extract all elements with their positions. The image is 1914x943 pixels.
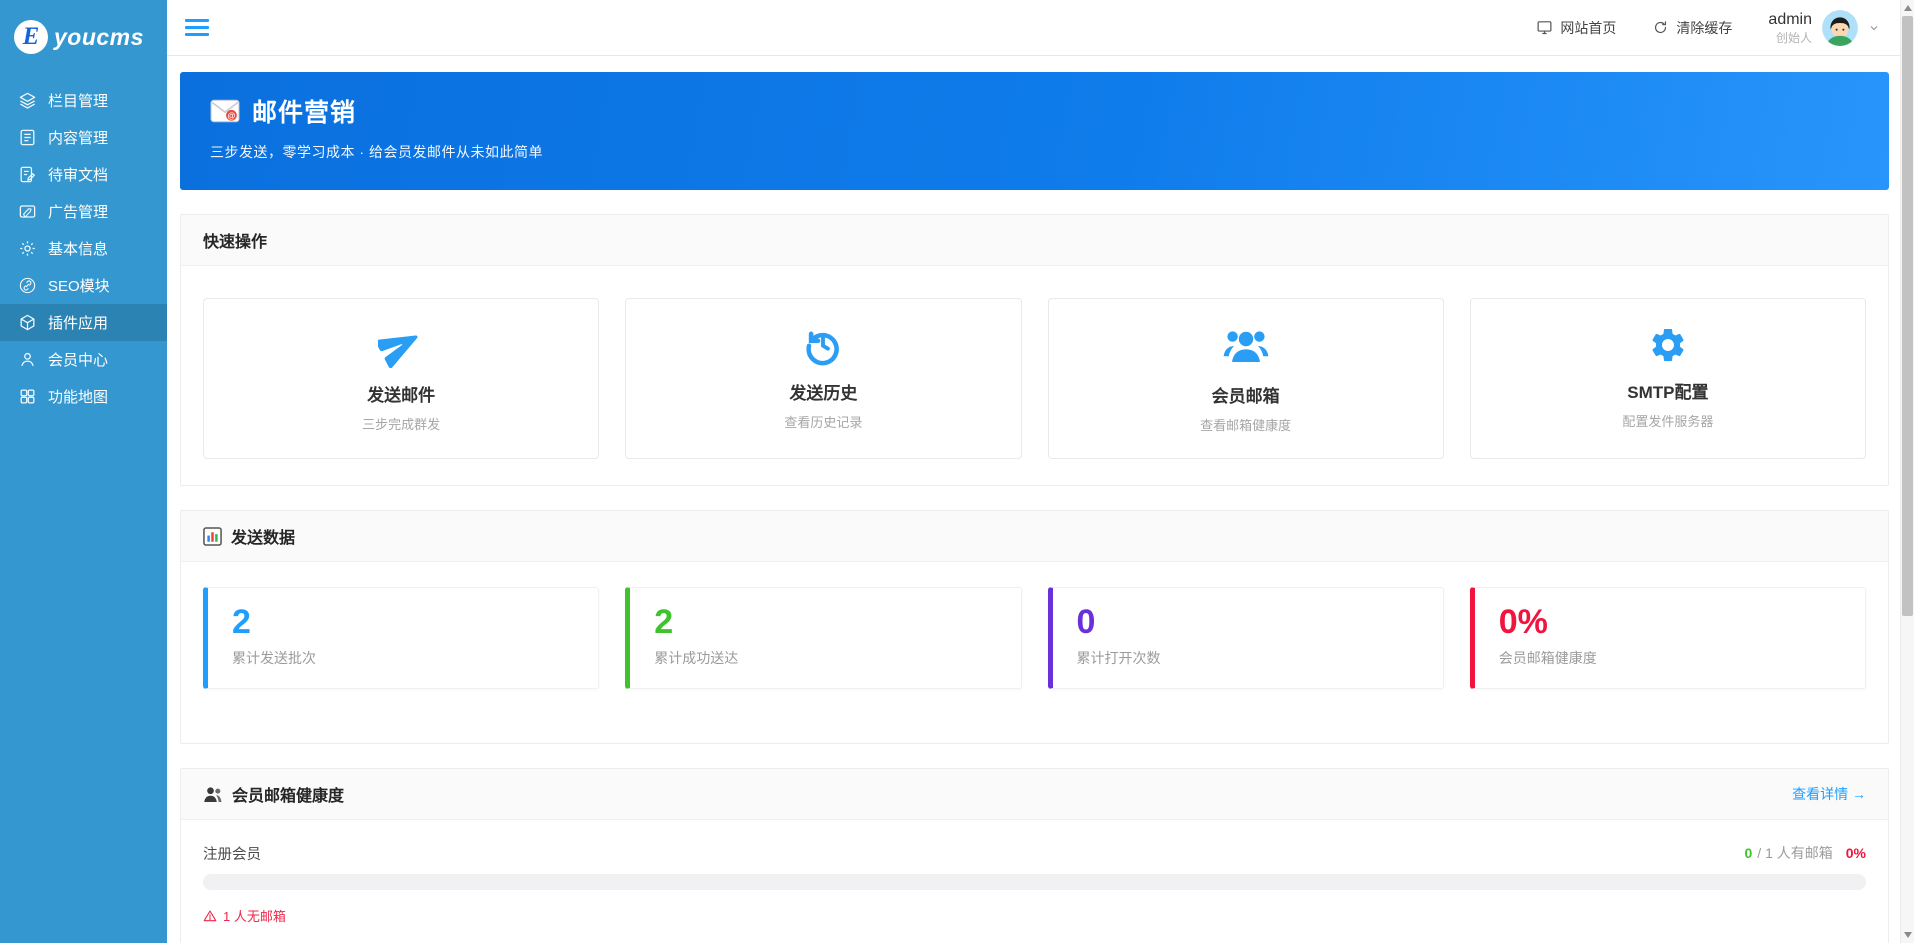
sidebar-item-function-map[interactable]: 功能地图 — [0, 378, 167, 415]
site-home-link[interactable]: 网站首页 — [1536, 18, 1616, 38]
scrollbar-up-arrow-icon[interactable] — [1904, 5, 1912, 11]
sidebar: E youcms 栏目管理 内容管理 待审文档 广告管理 基本信息 SEO模块 … — [0, 0, 167, 943]
sidebar-item-member-center[interactable]: 会员中心 — [0, 341, 167, 378]
user-name: admin — [1768, 10, 1812, 28]
sidebar-item-pending-docs[interactable]: 待审文档 — [0, 156, 167, 193]
stat-value: 0% — [1498, 603, 1548, 641]
brand-logo-text: youcms — [54, 23, 144, 50]
app-window: E youcms 栏目管理 内容管理 待审文档 广告管理 基本信息 SEO模块 … — [0, 0, 1914, 943]
sidebar-item-plugins[interactable]: 插件应用 — [0, 304, 167, 341]
stat-label: 累计发送批次 — [232, 650, 316, 667]
sidebar-item-ad-manage[interactable]: 广告管理 — [0, 193, 167, 230]
quick-card-send-mail[interactable]: 发送邮件 三步完成群发 — [203, 298, 600, 459]
stat-value: 2 — [232, 603, 251, 641]
user-role: 创始人 — [1775, 30, 1812, 45]
health-panel: 会员邮箱健康度 查看详情 → 注册会员 0 / 1 人有邮箱 0% 1 人无邮箱 — [180, 768, 1889, 943]
main-content: @ 邮件营销 三步发送，零学习成本 · 给会员发邮件从未如此简单 快速操作 发送… — [167, 56, 1914, 943]
send-stats-panel: 发送数据 2 累计发送批次 2 累计成功送达 0 累计打开次数 0% 会员邮箱健… — [180, 510, 1889, 745]
stat-card-delivered: 2 累计成功送达 — [625, 587, 1022, 690]
stat-card-email-health: 0% 会员邮箱健康度 — [1469, 587, 1866, 690]
clear-cache-link[interactable]: 清除缓存 — [1652, 18, 1732, 38]
send-stats-title: 发送数据 — [231, 530, 296, 547]
total-text: / 1 人有邮箱 — [1757, 845, 1833, 862]
users-icon — [1222, 321, 1270, 369]
content-doc-icon — [18, 128, 37, 147]
gear-icon — [1648, 321, 1688, 369]
chevron-down-icon — [1868, 22, 1880, 34]
scrollbar-thumb[interactable] — [1902, 16, 1913, 616]
paper-plane-icon — [378, 321, 424, 369]
health-percent: 0% — [1845, 845, 1866, 862]
sidebar-item-seo-module[interactable]: SEO模块 — [0, 267, 167, 304]
quick-card-smtp-config[interactable]: SMTP配置 配置发件服务器 — [1469, 298, 1866, 459]
sitemap-grid-icon — [18, 387, 37, 406]
plugin-cube-icon — [18, 313, 37, 332]
view-detail-link[interactable]: 查看详情 → — [1792, 784, 1866, 804]
pending-doc-icon — [18, 165, 37, 184]
sidebar-nav: 栏目管理 内容管理 待审文档 广告管理 基本信息 SEO模块 插件应用 会员中心… — [0, 82, 167, 415]
quick-actions-title: 快速操作 — [203, 234, 268, 251]
stat-label: 累计成功送达 — [654, 650, 739, 667]
warning-icon — [203, 909, 217, 923]
stat-card-opens: 0 累计打开次数 — [1047, 587, 1444, 690]
scrollbar[interactable] — [1900, 0, 1914, 943]
layers-icon — [18, 91, 37, 110]
banner: @ 邮件营销 三步发送，零学习成本 · 给会员发邮件从未如此简单 — [180, 72, 1889, 190]
sidebar-item-content-manage[interactable]: 内容管理 — [0, 119, 167, 156]
monitor-icon — [1536, 19, 1553, 36]
health-row-registered: 注册会员 0 / 1 人有邮箱 0% — [203, 842, 1866, 864]
stat-label: 会员邮箱健康度 — [1498, 650, 1597, 667]
member-icon — [18, 350, 37, 369]
have-email-count: 0 — [1744, 845, 1753, 862]
refresh-icon — [1652, 19, 1669, 36]
bar-chart-icon — [203, 526, 222, 546]
stat-value: 2 — [654, 603, 674, 641]
stat-card-total-batches: 2 累计发送批次 — [203, 587, 600, 690]
topbar: 网站首页 清除缓存 admin 创始人 — [167, 0, 1914, 56]
stat-label: 累计打开次数 — [1076, 650, 1161, 667]
main-area: 网站首页 清除缓存 admin 创始人 @ 邮件营销 三步发送，零学习成本 · … — [167, 0, 1914, 943]
banner-subtitle: 三步发送，零学习成本 · 给会员发邮件从未如此简单 — [210, 144, 543, 160]
progress-bar — [203, 874, 1866, 891]
quick-actions-panel: 快速操作 发送邮件 三步完成群发 发送历史 查看历史记录 会员邮箱 查看邮箱健康… — [180, 214, 1889, 486]
warning-text: 1 人无邮箱 — [203, 906, 1866, 925]
page-title: 邮件营销 — [252, 99, 357, 127]
avatar — [1822, 9, 1858, 46]
brand-logo-icon: E — [14, 20, 48, 54]
email-icon: @ — [210, 99, 240, 123]
svg-text:@: @ — [228, 111, 236, 120]
sidebar-item-column-manage[interactable]: 栏目管理 — [0, 82, 167, 119]
brand-logo[interactable]: E youcms — [0, 0, 167, 82]
quick-card-send-history[interactable]: 发送历史 查看历史记录 — [625, 298, 1022, 459]
history-icon — [802, 321, 844, 369]
sidebar-item-basic-info[interactable]: 基本信息 — [0, 230, 167, 267]
seo-link-icon — [18, 276, 37, 295]
stat-value: 0 — [1076, 603, 1096, 641]
busts-icon — [203, 786, 223, 803]
menu-toggle-icon[interactable] — [185, 19, 209, 36]
gear-icon — [18, 239, 37, 258]
user-menu[interactable]: admin 创始人 — [1768, 9, 1880, 46]
scrollbar-down-arrow-icon[interactable] — [1904, 932, 1912, 938]
health-title: 会员邮箱健康度 — [232, 788, 345, 806]
member-level-label: 注册会员 — [203, 846, 261, 863]
ad-icon — [18, 202, 37, 221]
quick-card-member-email[interactable]: 会员邮箱 查看邮箱健康度 — [1047, 298, 1444, 459]
